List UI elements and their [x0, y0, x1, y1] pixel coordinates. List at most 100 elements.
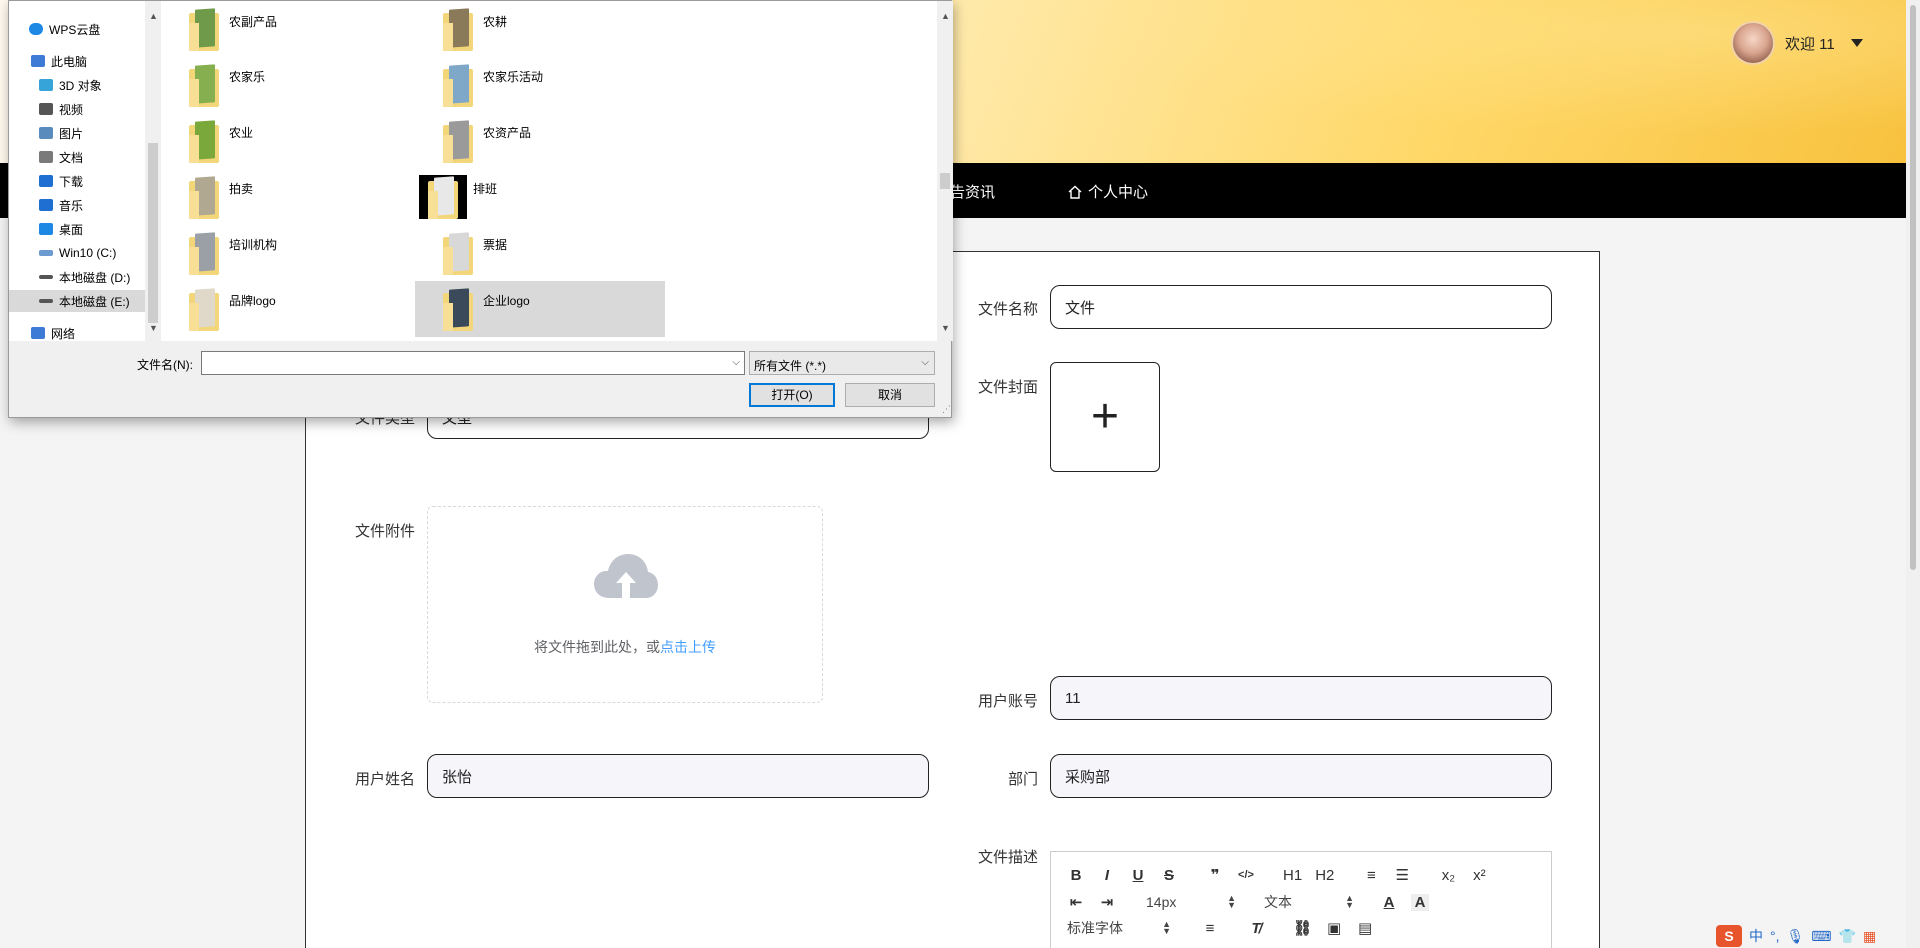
- user-menu[interactable]: 欢迎 11: [1731, 21, 1863, 65]
- cover-upload-button[interactable]: +: [1050, 362, 1160, 472]
- page-scrollbar[interactable]: [1906, 0, 1920, 948]
- image-icon[interactable]: ▣: [1325, 919, 1343, 937]
- user-account-input[interactable]: 11: [1050, 676, 1552, 720]
- punctuation-icon[interactable]: °,: [1770, 928, 1780, 944]
- open-button[interactable]: 打开(O): [749, 383, 835, 407]
- file-item[interactable]: 农家乐: [161, 57, 411, 113]
- cancel-button[interactable]: 取消: [845, 383, 935, 407]
- skin-icon[interactable]: 👕: [1839, 928, 1856, 945]
- ordered-list-button[interactable]: ≡: [1362, 867, 1380, 884]
- nav-pane-label: 桌面: [59, 222, 84, 237]
- font-color-icon[interactable]: A: [1380, 894, 1398, 911]
- strike-button[interactable]: S: [1160, 867, 1178, 884]
- file-list-scrollbar[interactable]: ▲ ▼: [937, 1, 953, 341]
- folder-icon: [419, 175, 467, 219]
- bullet-list-button[interactable]: ☰: [1393, 866, 1411, 884]
- chevron-down-icon: ⌵: [921, 357, 929, 368]
- nav-pane-label: Win10 (C:): [59, 246, 117, 260]
- chevron-down-icon[interactable]: ⌵: [732, 357, 740, 368]
- superscript-button[interactable]: x²: [1470, 867, 1488, 884]
- nav-pane-label: 视频: [59, 102, 84, 117]
- page-scroll-thumb[interactable]: [1910, 5, 1916, 570]
- folder-icon: [443, 287, 473, 331]
- highlight-color-icon[interactable]: A: [1411, 893, 1429, 911]
- department-input[interactable]: 采购部: [1050, 754, 1552, 798]
- file-item[interactable]: 农家乐活动: [415, 57, 665, 113]
- font-size-select[interactable]: 14px ▲ ▼: [1146, 894, 1236, 911]
- text-type-select[interactable]: 文本 ▲ ▼: [1264, 892, 1354, 912]
- font-family-select[interactable]: 标准字体 ▲ ▼: [1067, 918, 1171, 938]
- video-icon[interactable]: ▤: [1356, 919, 1374, 937]
- nav-scroll-thumb[interactable]: [148, 143, 158, 323]
- file-item-name: 农耕: [483, 15, 508, 29]
- file-item[interactable]: 农资产品: [415, 113, 665, 169]
- file-item[interactable]: 农耕: [415, 1, 665, 57]
- h1-button[interactable]: H1: [1283, 867, 1302, 884]
- caret-down-icon[interactable]: [1850, 39, 1863, 47]
- nav-pane-label: 本地磁盘 (E:): [59, 294, 130, 309]
- upload-link[interactable]: 点击上传: [660, 639, 716, 655]
- file-item[interactable]: 票据: [415, 225, 665, 281]
- italic-button[interactable]: I: [1098, 867, 1116, 884]
- microphone-icon[interactable]: 🎙: [1787, 928, 1805, 945]
- user-account-value: 11: [1065, 689, 1081, 707]
- attachment-dropzone[interactable]: 将文件拖到此处，或点击上传: [427, 506, 823, 703]
- file-scroll-thumb[interactable]: [940, 173, 950, 189]
- underline-button[interactable]: U: [1129, 867, 1147, 884]
- ime-mode[interactable]: 中: [1749, 926, 1763, 946]
- file-name-input[interactable]: 文件: [1050, 285, 1552, 329]
- file-item[interactable]: 拍卖: [161, 169, 411, 225]
- bold-button[interactable]: B: [1067, 867, 1085, 884]
- h2-button[interactable]: H2: [1315, 867, 1334, 884]
- scroll-down-icon[interactable]: ▼: [941, 323, 950, 333]
- code-button[interactable]: </>: [1237, 869, 1255, 881]
- resize-grip-icon[interactable]: ⋰: [942, 404, 951, 415]
- folder-icon: [189, 175, 219, 219]
- nav-pane-label: 网络: [51, 326, 76, 341]
- file-desc-label: 文件描述: [977, 849, 1038, 866]
- file-item-name: 培训机构: [229, 238, 278, 252]
- document-icon: [39, 151, 53, 163]
- clear-format-icon[interactable]: T̸: [1247, 920, 1265, 937]
- folder-icon: [443, 119, 473, 163]
- file-item[interactable]: 排班: [415, 169, 665, 225]
- scroll-up-icon[interactable]: ▲: [941, 11, 950, 21]
- file-open-dialog: WPS云盘 此电脑 3D 对象 视频 图片 文档 下载 音乐 桌面 Win10 …: [8, 0, 953, 418]
- welcome-text[interactable]: 欢迎 11: [1785, 33, 1835, 54]
- file-item-selected[interactable]: 企业logo: [415, 281, 665, 337]
- user-name-label: 用户姓名: [354, 771, 415, 788]
- blockquote-button[interactable]: ❞: [1206, 866, 1224, 884]
- file-type-filter[interactable]: 所有文件 (*.*) ⌵: [749, 351, 935, 375]
- scroll-up-icon[interactable]: ▲: [149, 11, 158, 21]
- file-item[interactable]: 农副产品: [161, 1, 411, 57]
- scroll-down-icon[interactable]: ▼: [149, 323, 158, 333]
- indent-icon[interactable]: ⇥: [1098, 893, 1116, 911]
- file-item[interactable]: 农业: [161, 113, 411, 169]
- user-name-input[interactable]: 张怡: [427, 754, 929, 798]
- nav-pane-item-drive-e[interactable]: 本地磁盘 (E:): [9, 290, 145, 312]
- nav-news[interactable]: 告资讯: [950, 181, 995, 202]
- folder-icon: [443, 7, 473, 51]
- user-avatar[interactable]: [1731, 21, 1775, 65]
- folder-icon: [189, 231, 219, 275]
- nav-pane-scrollbar[interactable]: ▲ ▼: [145, 1, 161, 341]
- toolbox-icon[interactable]: ▦: [1863, 928, 1876, 945]
- link-icon[interactable]: ⛓: [1293, 919, 1312, 937]
- plus-icon: +: [1090, 390, 1120, 443]
- subscript-button[interactable]: x₂: [1439, 867, 1457, 884]
- rich-text-editor[interactable]: B I U S ❞ </> H1 H2 ≡ ☰ x₂ x² ⇤ ⇥ 14px ▲…: [1050, 851, 1552, 948]
- file-item[interactable]: 培训机构: [161, 225, 411, 281]
- align-icon[interactable]: ≡: [1201, 920, 1219, 937]
- folder-icon: [189, 7, 219, 51]
- sogou-logo-icon[interactable]: S: [1716, 925, 1742, 947]
- cube-icon: [39, 79, 53, 91]
- nav-personal-center[interactable]: 个人中心: [1068, 181, 1148, 202]
- file-item-name: 农资产品: [483, 126, 532, 140]
- font-size-value: 14px: [1146, 894, 1177, 910]
- file-item[interactable]: 品牌logo: [161, 281, 411, 337]
- font-family-value: 标准字体: [1067, 920, 1123, 936]
- desktop-icon: [39, 223, 53, 235]
- keyboard-icon[interactable]: ⌨: [1811, 928, 1831, 945]
- outdent-icon[interactable]: ⇤: [1067, 893, 1085, 911]
- filename-input[interactable]: ⌵: [201, 351, 745, 375]
